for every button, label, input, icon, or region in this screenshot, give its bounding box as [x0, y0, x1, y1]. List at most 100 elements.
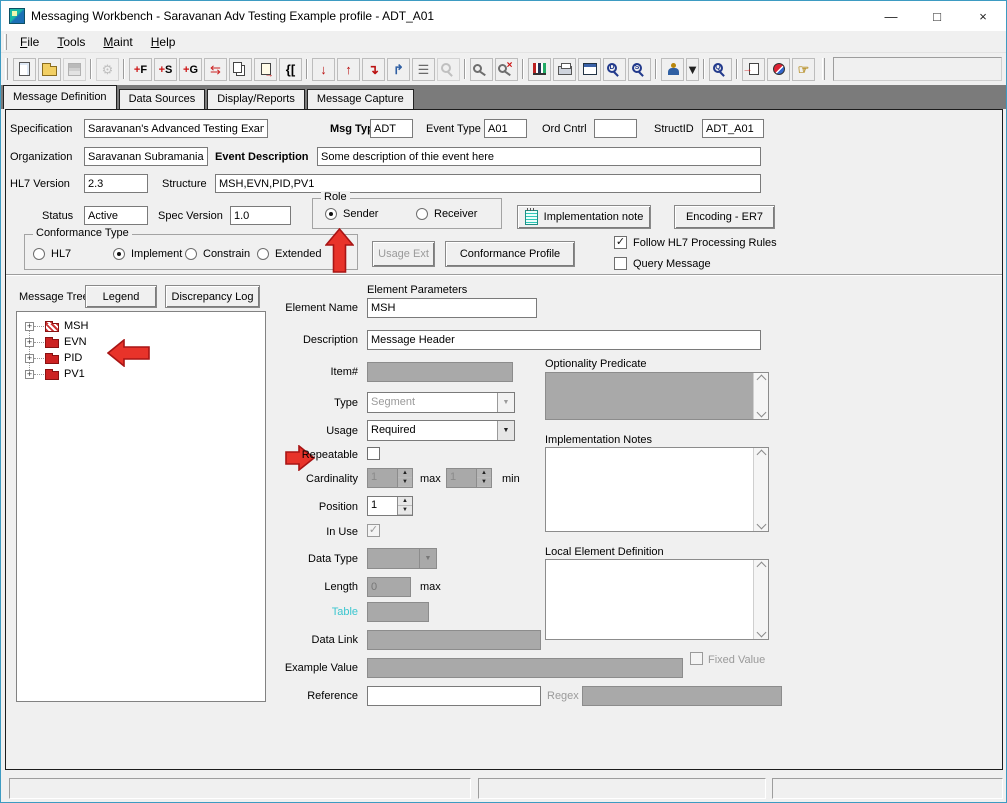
local-element-definition-scrollbar[interactable]: [753, 560, 768, 639]
scroll-down-icon[interactable]: [756, 520, 766, 530]
hl7-version-input[interactable]: [84, 174, 148, 193]
extended-radio[interactable]: [257, 248, 269, 260]
demote-button[interactable]: ↴: [362, 58, 385, 81]
minimize-button[interactable]: —: [868, 1, 914, 31]
maximize-icon: □: [933, 9, 941, 24]
optionality-predicate-scrollbar[interactable]: [753, 373, 768, 419]
spec-version-input[interactable]: [230, 206, 291, 225]
reference-input[interactable]: [367, 686, 541, 706]
person-report-button[interactable]: [661, 58, 684, 81]
constrain-radio[interactable]: [185, 248, 197, 260]
structure-input[interactable]: [215, 174, 761, 193]
implementation-notes-textarea[interactable]: [545, 447, 769, 532]
promote-button[interactable]: ↱: [387, 58, 410, 81]
grid-table-button[interactable]: [578, 58, 601, 81]
move-down-button[interactable]: ↓: [312, 58, 335, 81]
scroll-up-icon[interactable]: [756, 450, 766, 460]
legend-button[interactable]: Legend: [85, 285, 157, 308]
tree-item-msh[interactable]: +MSH: [17, 318, 265, 334]
repeatable-checkbox[interactable]: [367, 447, 380, 460]
add-group-button[interactable]: +G: [179, 58, 202, 81]
position-spinner[interactable]: 1 ▲▼: [367, 496, 413, 516]
conformance-profile-button[interactable]: Conformance Profile: [445, 241, 575, 267]
new-profile-button[interactable]: [13, 58, 36, 81]
event-description-input[interactable]: [317, 147, 761, 166]
ord-cntrl-input[interactable]: [594, 119, 637, 138]
scroll-down-icon[interactable]: [756, 408, 766, 418]
find-segment-button[interactable]: S: [628, 58, 651, 81]
encoding-button[interactable]: Encoding - ER7: [674, 205, 775, 229]
optionality-predicate-textarea: [545, 372, 769, 420]
expand-icon[interactable]: +: [25, 354, 34, 363]
open-profile-button[interactable]: [38, 58, 61, 81]
implement-radio[interactable]: [113, 248, 125, 260]
scroll-up-icon[interactable]: [756, 562, 766, 572]
window-title: Messaging Workbench - Saravanan Adv Test…: [31, 9, 434, 23]
add-field-button[interactable]: +F: [129, 58, 152, 81]
folder-icon: [45, 323, 59, 332]
menu-maint[interactable]: Maint: [94, 33, 141, 51]
event-type-input[interactable]: [484, 119, 527, 138]
paste-segment-button[interactable]: [254, 58, 277, 81]
tab-display-reports[interactable]: Display/Reports: [207, 89, 305, 109]
add-segment-icon: +S: [159, 60, 173, 78]
about-help-button[interactable]: [767, 58, 790, 81]
tree-item-pv1[interactable]: +PV1: [17, 366, 265, 382]
folder-icon: [45, 355, 59, 364]
description-input[interactable]: [367, 330, 761, 350]
organization-input[interactable]: [84, 147, 208, 166]
copy-segment-button[interactable]: [229, 58, 252, 81]
table-input: [367, 602, 429, 622]
key-delete-button[interactable]: ×: [495, 58, 518, 81]
import-document-button[interactable]: [742, 58, 765, 81]
menu-help[interactable]: Help: [142, 33, 185, 51]
specification-input[interactable]: [84, 119, 268, 138]
close-button[interactable]: ×: [960, 1, 1006, 31]
msg-type-input[interactable]: [370, 119, 413, 138]
toolbar-separator: [306, 59, 308, 79]
toolbar-empty-area: [833, 57, 1002, 81]
person-report-dropdown-button[interactable]: ▼: [686, 58, 699, 81]
toolbar-separator: [703, 59, 705, 79]
find-definition-button[interactable]: D: [603, 58, 626, 81]
menu-tools[interactable]: Tools: [48, 33, 94, 51]
expand-icon[interactable]: +: [25, 370, 34, 379]
tab-message-capture[interactable]: Message Capture: [307, 89, 414, 109]
maximize-button[interactable]: □: [914, 1, 960, 31]
resequence-button[interactable]: ⇆: [204, 58, 227, 81]
validate-query-button[interactable]: Q: [709, 58, 732, 81]
menu-bar: File Tools Maint Help: [1, 31, 1006, 53]
message-tree[interactable]: +MSH+EVN+PID+PV1: [16, 311, 266, 702]
hand-pointer-button[interactable]: ☞: [792, 58, 815, 81]
move-up-button[interactable]: ↑: [337, 58, 360, 81]
sender-radio[interactable]: [325, 208, 337, 220]
key-button[interactable]: [470, 58, 493, 81]
scroll-up-icon[interactable]: [756, 375, 766, 385]
group-brackets-button[interactable]: {[: [279, 58, 302, 81]
tree-outline-button[interactable]: ☰: [412, 58, 435, 81]
receiver-radio[interactable]: [416, 208, 428, 220]
tab-message-definition[interactable]: Message Definition: [3, 85, 117, 109]
menu-file[interactable]: File: [11, 33, 48, 51]
tree-outline-icon: ☰: [418, 63, 430, 76]
add-segment-button[interactable]: +S: [154, 58, 177, 81]
hl7-radio[interactable]: [33, 248, 45, 260]
usage-combo[interactable]: Required ▼: [367, 420, 515, 441]
expand-icon[interactable]: +: [25, 338, 34, 347]
tab-data-sources[interactable]: Data Sources: [119, 89, 206, 109]
item-number-label: Item#: [238, 366, 358, 378]
scroll-down-icon[interactable]: [756, 628, 766, 638]
print-button[interactable]: [553, 58, 576, 81]
local-element-definition-textarea[interactable]: [545, 559, 769, 640]
element-name-input[interactable]: [367, 298, 537, 318]
expand-icon[interactable]: +: [25, 322, 34, 331]
follow-hl7-checkbox[interactable]: [614, 236, 627, 249]
query-message-checkbox[interactable]: [614, 257, 627, 270]
implementation-notes-scrollbar[interactable]: [753, 448, 768, 531]
struct-id-input[interactable]: [702, 119, 764, 138]
implementation-note-button[interactable]: Implementation note: [517, 205, 651, 229]
description-label: Description: [238, 334, 358, 346]
position-arrows-icon[interactable]: ▲▼: [397, 497, 412, 515]
status-input[interactable]: [84, 206, 148, 225]
statistics-books-button[interactable]: [528, 58, 551, 81]
